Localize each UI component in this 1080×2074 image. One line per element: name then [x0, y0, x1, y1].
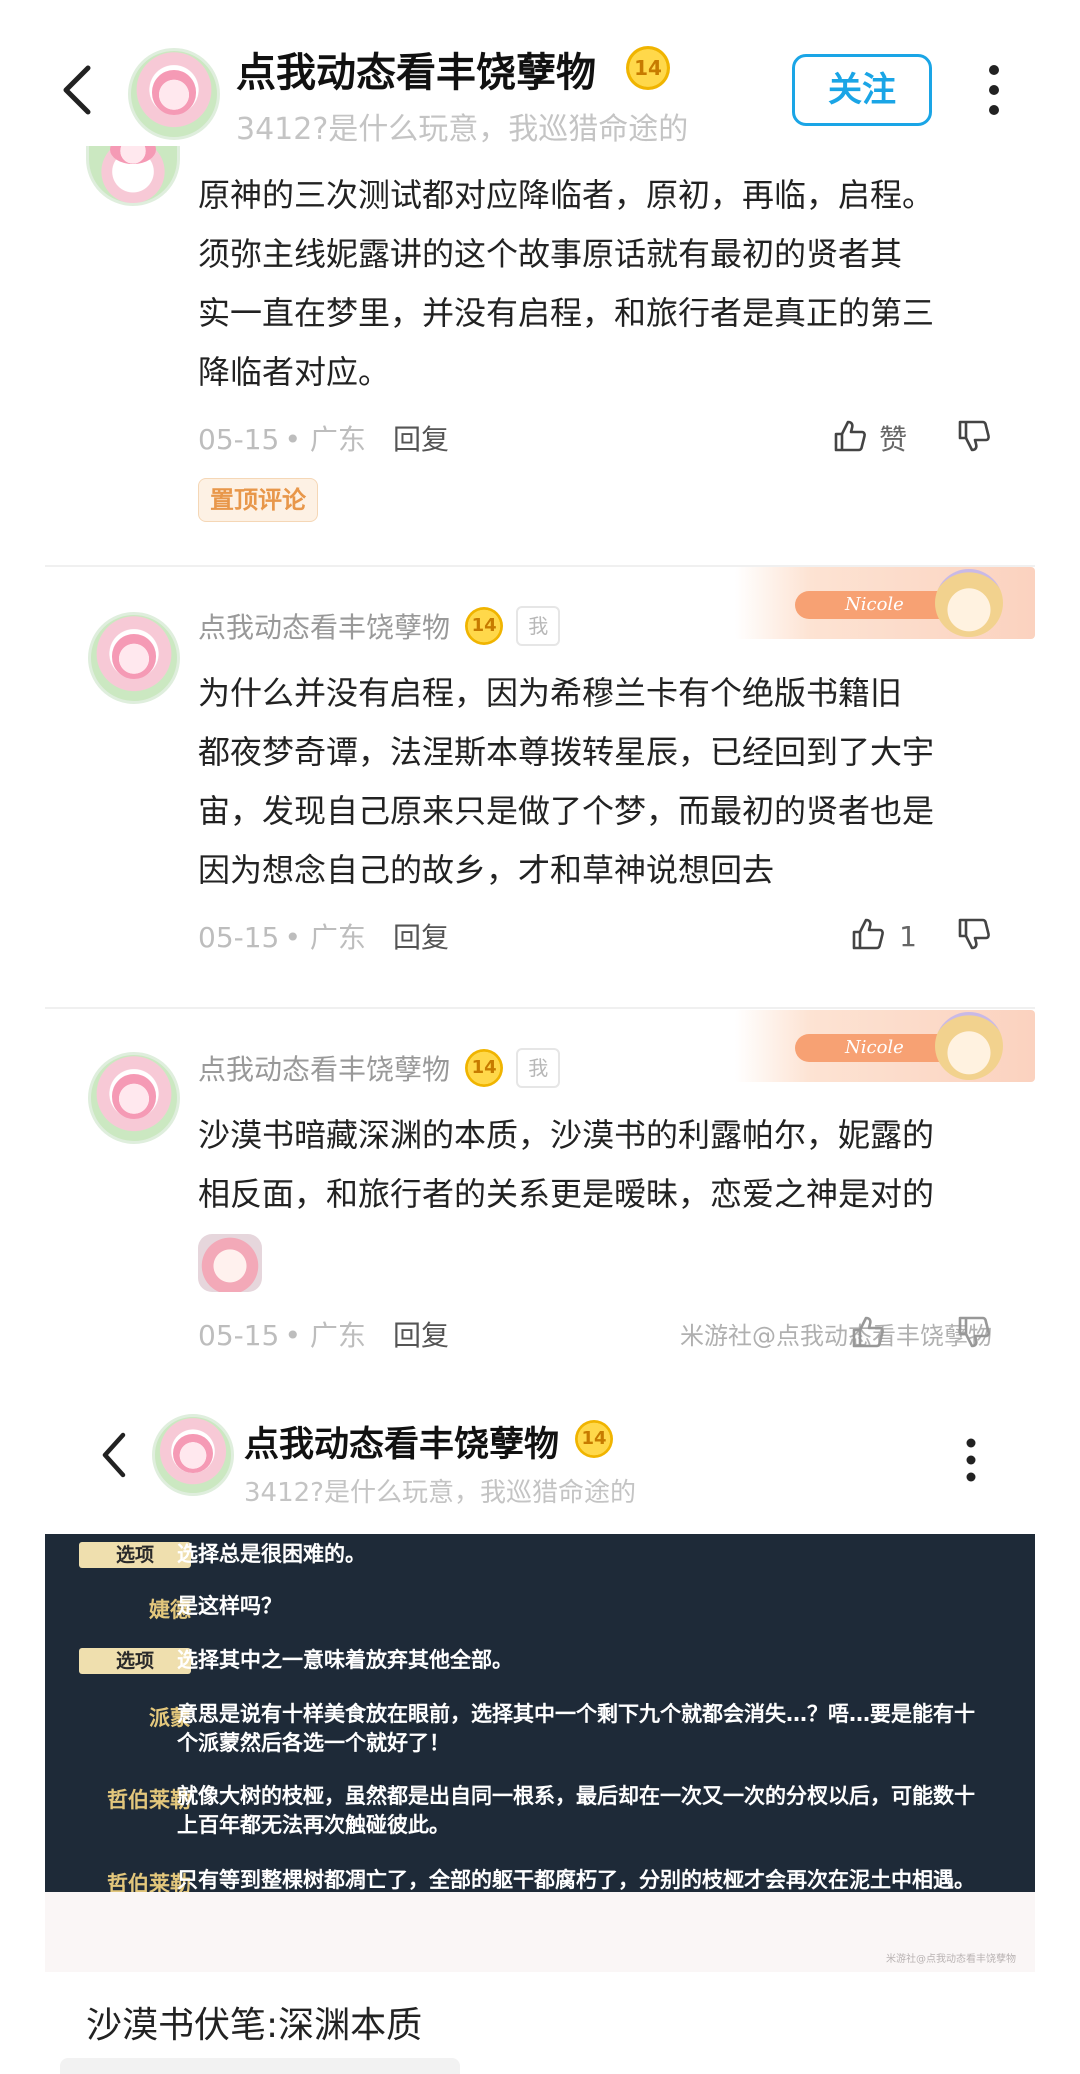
reply-button[interactable]: 回复: [393, 1319, 449, 1352]
comment-meta: 05-15 • 广东 回复: [198, 1314, 449, 1354]
comment-text: 原神的三次测试都对应降临者，原初，再临，启程。 须弥主线妮露讲的这个故事原话就有…: [198, 166, 1018, 402]
section-heading: 沙漠书伏笔:深渊本质: [86, 2005, 423, 2046]
dialogue-line: 意思是说有十样美食放在眼前，选择其中一个剩下九个就都会消失…？唔…要是能有十: [177, 1702, 975, 1726]
dialogue-text: 是这样吗？: [177, 1592, 1027, 1621]
level-badge: 14: [626, 46, 670, 90]
comment-text: 沙漠书暗藏深渊的本质，沙漠书的利露帕尔，妮露的 相反面，和旅行者的关系更是暧昧，…: [198, 1106, 1018, 1224]
speaker-name: 婕德: [149, 1598, 191, 1622]
comment-line: 为什么并没有启程，因为希穆兰卡有个绝版书籍旧: [198, 674, 903, 712]
level-badge: 14: [465, 1049, 504, 1087]
comment-date: 05-15: [198, 1319, 280, 1352]
dialogue-text: 就像大树的枝桠，虽然都是出自同一根系，最后却在一次又一次的分杈以后，可能数十 上百…: [177, 1782, 1027, 1840]
reply-button[interactable]: 回复: [393, 921, 449, 954]
comment-avatar[interactable]: [88, 612, 180, 704]
comment-date: 05-15: [198, 921, 280, 954]
like-button[interactable]: 1: [850, 916, 917, 956]
comment-location: 广东: [309, 423, 366, 456]
comment-location: 广东: [309, 1319, 366, 1352]
dialogue-line: 个派蒙然后各选一个就好了！: [177, 1731, 450, 1755]
option-tag: 选项: [79, 1542, 191, 1568]
comment-line: 宙，发现自己原来只是做了个梦，而最初的贤者也是: [198, 792, 935, 830]
pinned-comment-tag: 置顶评论: [198, 478, 318, 522]
thumbs-down-icon[interactable]: [956, 418, 992, 458]
dialogue-line: 上百年都无法再次触碰彼此。: [177, 1813, 450, 1837]
meta-separator: •: [284, 423, 310, 456]
image-watermark: 米游社@点我动态看丰饶孽物: [886, 1954, 1016, 1965]
dialogue-line: 是这样吗？: [177, 1594, 282, 1618]
speaker-name: 哲伯莱勒: [107, 1872, 191, 1892]
like-label: 赞: [879, 423, 908, 456]
meta-separator: •: [284, 1319, 310, 1352]
comment-author-row: 点我动态看丰饶孽物 14 我: [198, 1048, 561, 1088]
embedded-subtitle: 3412?是什么玩意，我巡猎命途的: [244, 1478, 636, 1508]
comment-author[interactable]: 点我动态看丰饶孽物: [198, 611, 450, 644]
dialogue-text: 选择其中之一意味着放弃其他全部。: [177, 1646, 1027, 1675]
speaker-name: 哲伯莱勒: [107, 1788, 191, 1812]
me-tag: 我: [516, 1048, 561, 1088]
decoration-banner: Nicole: [735, 1010, 1035, 1082]
comment-line: 都夜梦奇谭，法涅斯本尊拨转星辰，已经回到了大宇: [198, 733, 935, 771]
comment-location: 广东: [309, 921, 366, 954]
comment-meta: 05-15 • 广东 回复: [198, 916, 449, 956]
dialogue-line: 选择其中之一意味着放弃其他全部。: [177, 1648, 513, 1672]
divider: [45, 1007, 1035, 1009]
dialogue-text: 只有等到整棵树都凋亡了，全部的躯干都腐朽了，分别的枝桠才会再次在泥土中相遇。: [177, 1866, 1027, 1892]
more-options-icon[interactable]: [986, 62, 1002, 118]
embedded-more-icon: [964, 1436, 978, 1484]
dialogue-text: 选择总是很困难的。: [177, 1540, 1027, 1569]
comment-text: 为什么并没有启程，因为希穆兰卡有个绝版书籍旧 都夜梦奇谭，法涅斯本尊拨转星辰，已…: [198, 664, 1018, 900]
header-subtitle: 3412?是什么玩意，我巡猎命途的: [236, 112, 689, 147]
game-dialogue-image[interactable]: 选项 选择总是很困难的。 婕德 是这样吗？ 选项 选择其中之一意味着放弃其他全部。 派蒙 意思…: [45, 1534, 1035, 1892]
thumbs-up-icon: [850, 916, 886, 956]
dialogue-text: 意思是说有十样美食放在眼前，选择其中一个剩下九个就都会消失…？唔…要是能有十 个派…: [177, 1700, 1027, 1758]
embedded-title: 点我动态看丰饶孽物: [244, 1425, 560, 1465]
back-icon[interactable]: [58, 62, 98, 118]
watermark: 米游社@点我动态看丰饶孽物: [680, 1322, 992, 1350]
comment-avatar[interactable]: [88, 1052, 180, 1144]
comment-line: 实一直在梦里，并没有启程，和旅行者是真正的第三: [198, 294, 935, 332]
embedded-level-badge: 14: [575, 1420, 613, 1458]
comment-date: 05-15: [198, 423, 280, 456]
follow-button[interactable]: 关注: [792, 54, 932, 126]
comment-meta: 05-15 • 广东 回复: [198, 418, 449, 458]
option-tag: 选项: [79, 1648, 191, 1674]
comment-line: 须弥主线妮露讲的这个故事原话就有最初的贤者其: [198, 235, 903, 273]
comment-line: 原神的三次测试都对应降临者，原初，再临，启程。: [198, 176, 935, 214]
me-tag: 我: [516, 606, 561, 646]
comment-author-row: 点我动态看丰饶孽物 14 我: [198, 606, 561, 646]
page-title: 点我动态看丰饶孽物: [236, 50, 596, 96]
author-avatar[interactable]: [128, 48, 220, 140]
comment-line: 因为想念自己的故乡，才和草神说想回去: [198, 851, 775, 889]
reply-button[interactable]: 回复: [393, 423, 449, 456]
comment-avatar[interactable]: [86, 146, 180, 206]
thumbs-up-icon: [832, 418, 868, 458]
comment-line: 沙漠书暗藏深渊的本质，沙漠书的利露帕尔，妮露的: [198, 1116, 935, 1154]
dialogue-line: 选择总是很困难的。: [177, 1542, 366, 1566]
embedded-avatar: [152, 1414, 234, 1496]
level-badge: 14: [465, 607, 504, 645]
like-button[interactable]: 赞: [832, 418, 907, 458]
embedded-back-icon: [98, 1430, 130, 1480]
banner-character: [935, 569, 1003, 637]
banner-character: [935, 1012, 1003, 1080]
meta-separator: •: [284, 921, 310, 954]
comment-line: 降临者对应。: [198, 353, 391, 391]
dialogue-line: 只有等到整棵树都凋亡了，全部的躯干都腐朽了，分别的枝桠才会再次在泥土中相遇。: [177, 1868, 975, 1892]
decoration-banner: Nicole: [735, 567, 1035, 639]
thumbs-down-icon[interactable]: [956, 916, 992, 956]
speaker-name: 派蒙: [149, 1706, 191, 1730]
bottom-toolbar: [60, 2058, 460, 2074]
dialogue-line: 就像大树的枝桠，虽然都是出自同一根系，最后却在一次又一次的分杈以后，可能数十: [177, 1784, 975, 1808]
comment-author[interactable]: 点我动态看丰饶孽物: [198, 1053, 450, 1086]
comment-line: 相反面，和旅行者的关系更是暧昧，恋爱之神是对的: [198, 1175, 935, 1213]
like-count: 1: [899, 919, 917, 953]
sticker-emoji[interactable]: [198, 1234, 262, 1292]
